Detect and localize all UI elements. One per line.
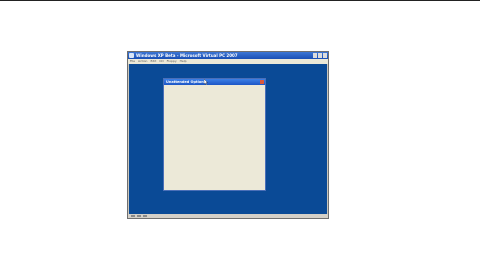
app-icon (129, 53, 134, 58)
network-icon[interactable] (143, 215, 147, 217)
window-title: Windows XP Beta - Microsoft Virtual PC 2… (136, 53, 238, 58)
unattended-options-dialog: Unattended Options (163, 78, 266, 191)
cd-drive-icon[interactable] (137, 215, 141, 217)
guest-desktop[interactable]: Unattended Options (129, 64, 327, 214)
dialog-title: Unattended Options (166, 80, 206, 84)
window-titlebar[interactable]: Windows XP Beta - Microsoft Virtual PC 2… (128, 52, 328, 59)
dialog-titlebar[interactable]: Unattended Options (164, 79, 265, 85)
virtual-pc-window: Windows XP Beta - Microsoft Virtual PC 2… (127, 51, 329, 219)
minimize-button[interactable] (313, 53, 317, 58)
top-rule (0, 0, 480, 1)
mouse-cursor-icon (204, 79, 208, 85)
dialog-close-button[interactable] (260, 80, 264, 84)
hard-disk-icon[interactable] (131, 215, 135, 217)
window-controls (313, 53, 327, 58)
maximize-button[interactable] (318, 53, 322, 58)
close-button[interactable] (323, 53, 327, 58)
status-bar (128, 214, 328, 218)
